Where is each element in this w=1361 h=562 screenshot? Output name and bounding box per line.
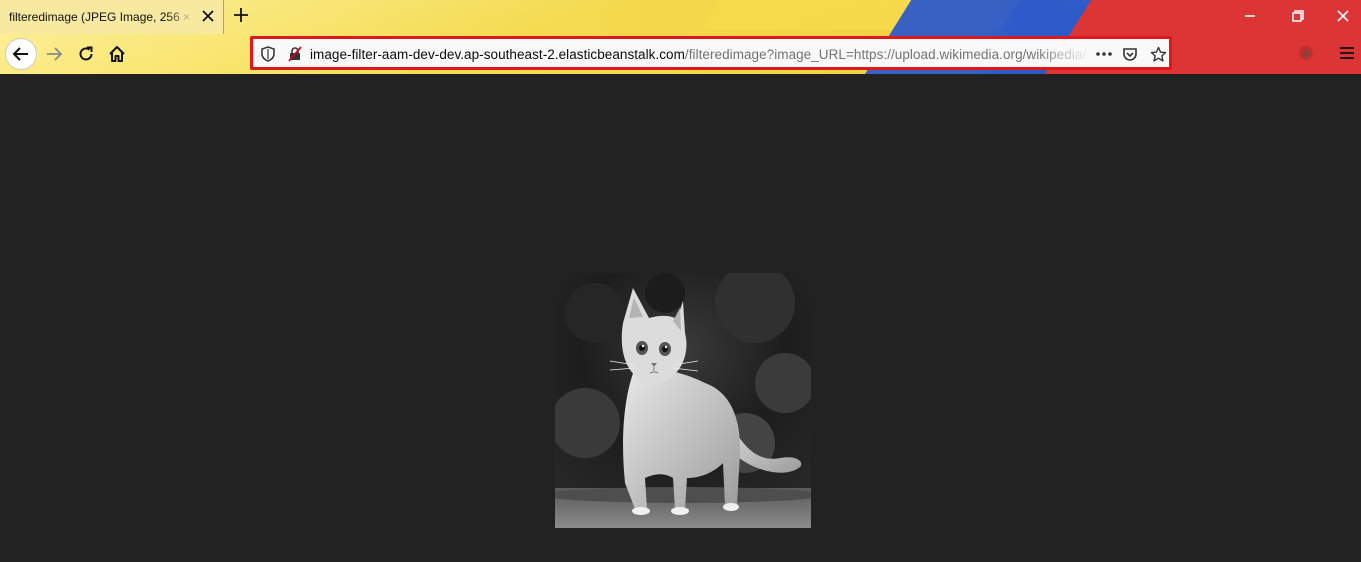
kitten-image xyxy=(555,273,811,528)
back-button[interactable] xyxy=(5,38,37,70)
url-bar[interactable]: image-filter-aam-dev-dev.ap-southeast-2.… xyxy=(250,36,1172,70)
download-icon[interactable] xyxy=(1296,43,1316,63)
kitten-photo xyxy=(555,273,811,528)
tab-title: filteredimage (JPEG Image, 256 × 256 pix… xyxy=(9,10,194,24)
star-icon[interactable] xyxy=(1149,45,1167,63)
pocket-icon[interactable] xyxy=(1121,45,1139,63)
url-path: /filteredimage?image_URL=https://upload.… xyxy=(684,47,1090,62)
forward-button[interactable] xyxy=(40,40,68,68)
home-icon xyxy=(109,46,125,62)
close-icon[interactable] xyxy=(1331,6,1355,26)
page-content xyxy=(0,74,1361,562)
reload-icon xyxy=(79,46,93,61)
restore-icon[interactable] xyxy=(1285,6,1309,26)
arrow-right-icon xyxy=(47,47,63,61)
home-button[interactable] xyxy=(103,40,131,68)
insecure-lock-icon[interactable] xyxy=(286,45,304,63)
arrow-left-icon xyxy=(12,47,28,61)
new-tab-button[interactable] xyxy=(230,5,252,27)
hamburger-menu-icon[interactable] xyxy=(1337,43,1357,63)
tab-filteredimage[interactable]: filteredimage (JPEG Image, 256 × 256 pix… xyxy=(0,0,224,34)
url-domain: image-filter-aam-dev-dev.ap-southeast-2.… xyxy=(310,47,685,62)
reload-button[interactable] xyxy=(72,40,100,68)
url-text[interactable]: image-filter-aam-dev-dev.ap-southeast-2.… xyxy=(310,47,1090,62)
tab-close-icon[interactable] xyxy=(200,9,216,25)
shield-icon[interactable] xyxy=(259,45,277,63)
more-dots-icon[interactable] xyxy=(1093,45,1115,63)
browser-chrome: filteredimage (JPEG Image, 256 × 256 pix… xyxy=(0,0,1361,74)
minimize-icon[interactable] xyxy=(1238,6,1262,26)
